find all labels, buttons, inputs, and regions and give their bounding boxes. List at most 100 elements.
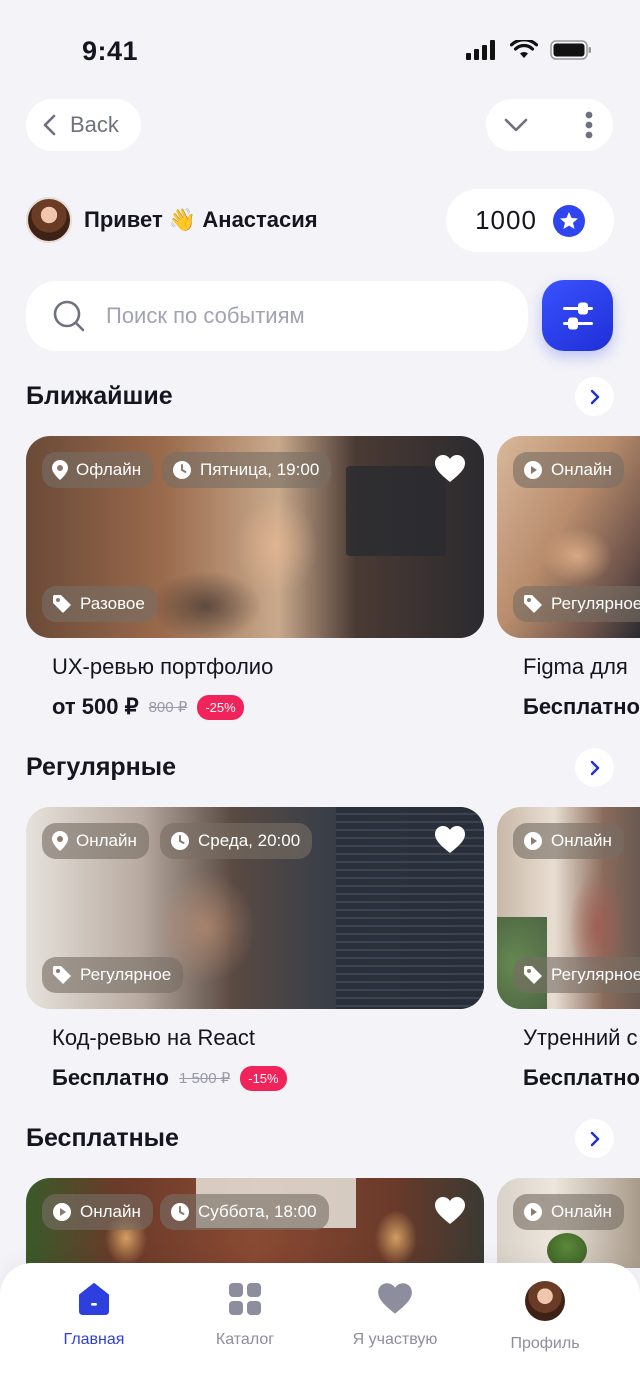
location-pin-icon (52, 831, 68, 851)
tab-home[interactable]: Главная (24, 1281, 164, 1349)
bottom-tab-bar: Главная Каталог Я участвую Профиль (0, 1263, 640, 1387)
price-row: Бесплатно (523, 1065, 640, 1091)
tag-icon (524, 595, 542, 613)
format-tag: Онлайн (42, 1194, 153, 1230)
event-image: Онлайн Регулярное (497, 436, 640, 638)
clock-icon (171, 832, 189, 850)
greeting-emoji: 👋 (168, 207, 197, 232)
greeting-hello: Привет (84, 207, 163, 232)
discount-badge: -25% (197, 694, 244, 720)
discount-badge: -15% (240, 1065, 287, 1091)
type-label: Регулярное (551, 965, 640, 984)
datetime-label: Пятница, 19:00 (200, 460, 320, 479)
filter-button[interactable] (542, 280, 613, 351)
greeting: Привет 👋 Анастасия (26, 197, 318, 243)
type-label: Регулярное (80, 965, 172, 984)
old-price: 1 500 ₽ (179, 1070, 231, 1087)
tab-catalog[interactable]: Каталог (175, 1281, 315, 1349)
chevron-right-icon (590, 760, 599, 775)
type-tag: Разовое (42, 586, 157, 622)
more-vertical-icon[interactable] (585, 111, 593, 139)
event-image: Онлайн Регулярное (497, 807, 640, 1009)
menu-pill (486, 99, 613, 151)
price-row: Бесплатно (523, 694, 640, 720)
search-icon (53, 300, 85, 332)
event-card[interactable]: Онлайн Регулярное Figma для Бесплатно (497, 436, 640, 720)
event-price: от 500 ₽ (52, 694, 139, 719)
heart-icon (378, 1283, 412, 1314)
type-tag: Регулярное (42, 957, 184, 993)
points-balance[interactable]: 1000 (446, 189, 614, 252)
section-title: Ближайшие (26, 382, 173, 410)
format-label: Онлайн (551, 831, 612, 850)
back-button[interactable]: Back (26, 99, 141, 151)
event-image: Онлайн (497, 1178, 640, 1268)
event-price: Бесплатно (523, 694, 640, 719)
play-circle-icon (524, 832, 542, 850)
format-label: Онлайн (551, 1202, 612, 1221)
event-title: Код-ревью на React (52, 1025, 255, 1050)
status-bar: 9:41 (0, 0, 640, 100)
event-card[interactable]: Онлайн (497, 1178, 640, 1268)
play-circle-icon (524, 1203, 542, 1221)
event-title: Figma для (523, 654, 628, 679)
datetime-label: Среда, 20:00 (198, 831, 301, 850)
type-label: Разовое (80, 594, 145, 613)
tab-participating[interactable]: Я участвую (325, 1281, 465, 1349)
type-tag: Регулярное (513, 586, 640, 622)
chevron-left-icon (43, 114, 56, 136)
event-title: UX-ревью портфолио (52, 654, 274, 679)
clock-icon (173, 461, 191, 479)
event-title: Утренний с (523, 1025, 638, 1050)
favorite-heart-icon[interactable] (434, 1196, 466, 1226)
home-icon (79, 1283, 109, 1315)
section-title: Бесплатные (26, 1124, 179, 1152)
section-more-button[interactable] (575, 1119, 614, 1158)
battery-icon (550, 40, 591, 60)
tab-profile[interactable]: Профиль (475, 1281, 615, 1353)
format-tag: Онлайн (513, 452, 624, 488)
tab-label: Каталог (215, 1331, 275, 1348)
section-more-button[interactable] (575, 377, 614, 416)
event-card[interactable]: Офлайн Пятница, 19:00 Разовое UX-ревью п… (26, 436, 484, 720)
location-pin-icon (52, 460, 68, 480)
sliders-icon (562, 302, 593, 329)
format-label: Онлайн (76, 831, 137, 850)
search-input[interactable] (106, 303, 486, 329)
search-box (26, 281, 528, 351)
play-circle-icon (53, 1203, 71, 1221)
datetime-tag: Суббота, 18:00 (160, 1194, 329, 1230)
old-price: 800 ₽ (148, 699, 188, 716)
price-row: Бесплатно 1 500 ₽ -15% (52, 1065, 484, 1091)
event-card[interactable]: Онлайн Суббота, 18:00 (26, 1178, 484, 1268)
clock-icon (171, 1203, 189, 1221)
tag-icon (53, 595, 71, 613)
event-image: Онлайн Суббота, 18:00 (26, 1178, 484, 1268)
avatar[interactable] (26, 197, 72, 243)
section-title: Регулярные (26, 753, 177, 781)
datetime-tag: Среда, 20:00 (160, 823, 313, 859)
event-card[interactable]: Онлайн Регулярное Утренний с Бесплатно (497, 807, 640, 1091)
points-value: 1000 (475, 205, 537, 235)
format-label: Онлайн (551, 460, 612, 479)
avatar (525, 1281, 565, 1321)
event-card[interactable]: Онлайн Среда, 20:00 Регулярное Код-ревью… (26, 807, 484, 1091)
greeting-name: Анастасия (202, 207, 318, 232)
datetime-tag: Пятница, 19:00 (162, 452, 332, 488)
format-tag: Онлайн (42, 823, 149, 859)
section-more-button[interactable] (575, 748, 614, 787)
wifi-icon (510, 40, 538, 58)
format-label: Офлайн (76, 460, 142, 479)
chevron-down-icon[interactable] (504, 117, 528, 133)
type-tag: Регулярное (513, 957, 640, 993)
favorite-heart-icon[interactable] (434, 454, 466, 484)
favorite-heart-icon[interactable] (434, 825, 466, 855)
type-label: Регулярное (551, 594, 640, 613)
greeting-text: Привет 👋 Анастасия (84, 207, 318, 233)
grid-icon (229, 1283, 261, 1315)
price-row: от 500 ₽ 800 ₽ -25% (52, 694, 484, 720)
chevron-right-icon (590, 1131, 599, 1146)
tab-label: Главная (63, 1331, 125, 1348)
star-icon (552, 204, 585, 237)
format-tag: Офлайн (42, 452, 154, 488)
